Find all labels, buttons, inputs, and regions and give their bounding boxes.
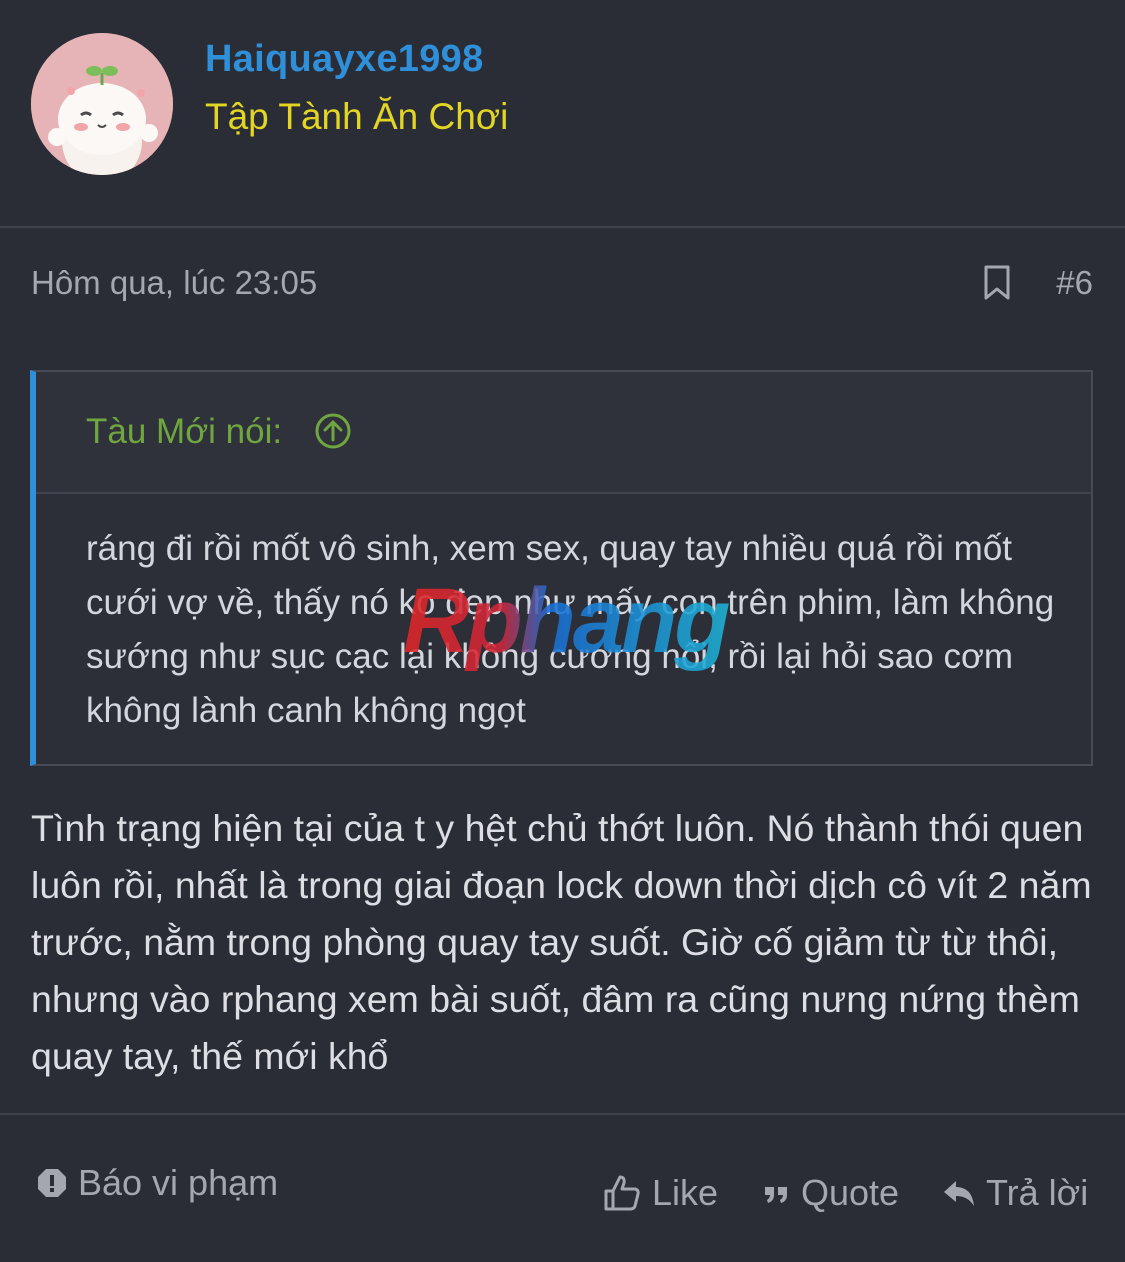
post-body: Tình trạng hiện tại của t y hệt chủ thớt… bbox=[31, 807, 1092, 1077]
user-title: Tập Tành Ăn Chơi bbox=[205, 96, 509, 137]
like-label: Like bbox=[652, 1172, 719, 1213]
reply-label: Trả lời bbox=[986, 1172, 1089, 1213]
arrow-up-circle-icon[interactable] bbox=[314, 412, 352, 450]
quote-text: ráng đi rồi mốt vô sinh, xem sex, quay t… bbox=[86, 529, 1055, 730]
avatar[interactable] bbox=[31, 33, 173, 175]
quote-block: Tàu Mới nói: ráng đi rồi mốt vô sinh, xe… bbox=[30, 370, 1093, 766]
report-button[interactable]: Báo vi phạm bbox=[36, 1162, 278, 1204]
thumbs-up-icon bbox=[604, 1175, 640, 1211]
report-label: Báo vi phạm bbox=[78, 1162, 279, 1203]
footer-divider bbox=[0, 1113, 1125, 1115]
like-button[interactable]: Like bbox=[602, 1172, 718, 1214]
quote-icon bbox=[765, 1187, 787, 1203]
quote-author[interactable]: Tàu Mới nói: bbox=[86, 412, 282, 452]
post-timestamp[interactable]: Hôm qua, lúc 23:05 bbox=[31, 264, 317, 302]
reply-button[interactable]: Trả lời bbox=[942, 1172, 1088, 1214]
avatar-image bbox=[31, 33, 173, 175]
post-number[interactable]: #6 bbox=[1056, 264, 1093, 302]
bookmark-icon[interactable] bbox=[982, 264, 1012, 302]
reply-arrow-icon bbox=[944, 1181, 974, 1206]
quote-header: Tàu Mới nói: bbox=[36, 372, 1091, 494]
username[interactable]: Haiquayxe1998 bbox=[205, 38, 484, 81]
alert-icon bbox=[38, 1169, 66, 1197]
quote-label: Quote bbox=[801, 1172, 900, 1213]
post-header: Haiquayxe1998 Tập Tành Ăn Chơi bbox=[0, 0, 1125, 228]
quote-button[interactable]: Quote bbox=[763, 1172, 899, 1214]
